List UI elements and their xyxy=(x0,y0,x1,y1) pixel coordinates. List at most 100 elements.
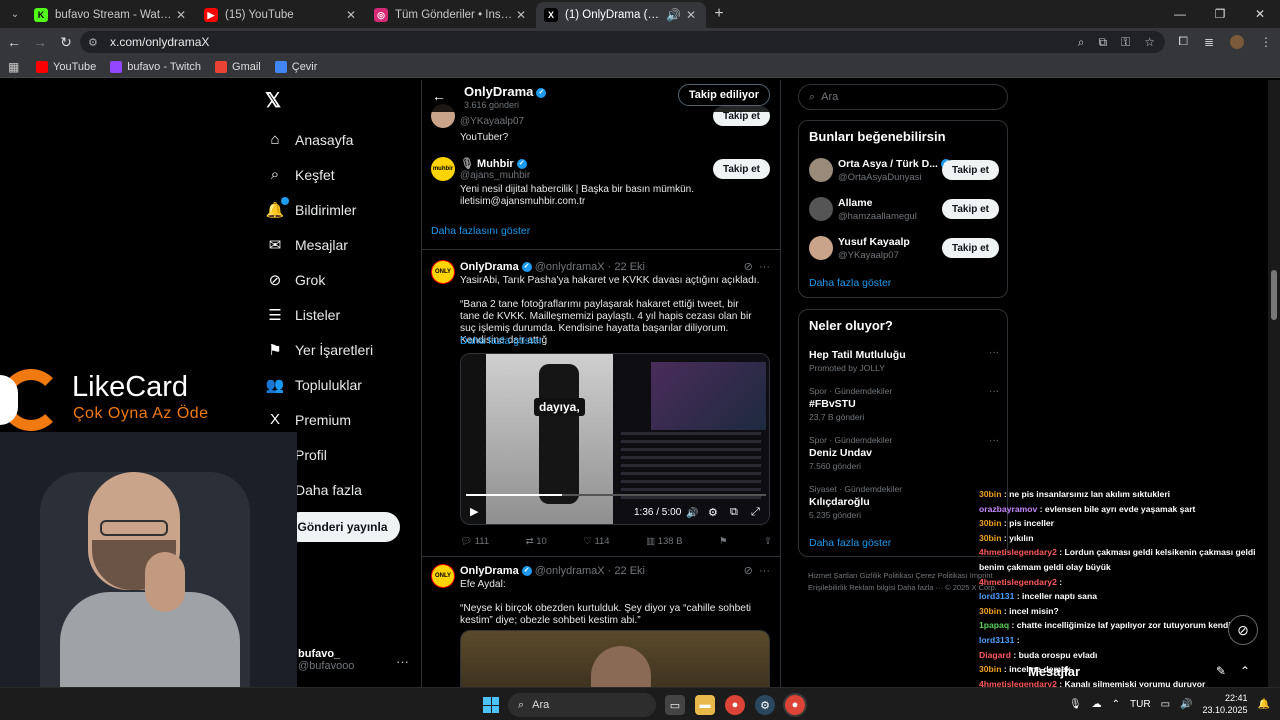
task-view-icon[interactable]: ▭ xyxy=(665,695,685,715)
tweet-image[interactable] xyxy=(460,630,770,687)
minimize-icon[interactable]: — xyxy=(1160,0,1200,28)
following-button[interactable]: Takip ediliyor xyxy=(677,84,770,106)
language-indicator[interactable]: TUR xyxy=(1130,699,1151,710)
more-icon[interactable]: ··· xyxy=(759,565,770,577)
star-icon[interactable]: ☆ xyxy=(1144,35,1155,50)
volume-icon[interactable]: 🔊 xyxy=(686,508,698,519)
close-icon[interactable]: ✕ xyxy=(174,8,188,22)
follow-button[interactable]: Takip et xyxy=(941,199,999,219)
chat-username[interactable]: Diagard xyxy=(979,650,1011,660)
chat-username[interactable]: 30bin xyxy=(979,518,1001,528)
volume-icon[interactable]: 🔊 xyxy=(1180,699,1192,710)
show-more-link[interactable]: Daha fazla göster xyxy=(809,537,891,549)
bookmark-gmail[interactable]: Gmail xyxy=(215,60,261,73)
video-player[interactable]: dayıya, ▶ 1:36 / 5:00 🔊 ⚙ ⧉ ⤢ xyxy=(460,353,770,525)
bookmark-twitch[interactable]: bufavo - Twitch xyxy=(110,60,201,73)
tweet[interactable]: ONLY OnlyDrama ✓ @onlydramaX · 22 Eki ⊘ ·… xyxy=(422,258,780,553)
bookmark-translate[interactable]: Çevir xyxy=(274,60,317,73)
expand-icon[interactable]: ⌃ xyxy=(1240,664,1250,678)
more-icon[interactable]: ··· xyxy=(989,347,999,358)
follow-button[interactable]: Takip et xyxy=(712,159,770,179)
grok-icon[interactable]: ⊘ xyxy=(744,261,753,273)
steam-icon[interactable]: ⚙ xyxy=(755,695,775,715)
file-explorer-icon[interactable]: ▬ xyxy=(695,695,715,715)
account-switcher[interactable]: bufavo_ @bufavooo xyxy=(298,648,354,672)
avatar[interactable]: ONLY xyxy=(431,564,455,588)
back-icon[interactable]: ← xyxy=(2,34,26,50)
windows-start-icon[interactable] xyxy=(483,697,499,713)
chat-username[interactable]: orazbayramov xyxy=(979,504,1037,514)
share-icon[interactable]: ⇪ xyxy=(764,536,772,547)
profile-avatar[interactable] xyxy=(1230,34,1244,49)
trend-item[interactable]: Hep Tatil Mutluluğu Promoted by JOLLY ··… xyxy=(809,347,999,373)
trend-item[interactable]: Spor · Gündemdekiler Deniz Undav 7.560 g… xyxy=(809,435,999,471)
site-info-icon[interactable]: ⚙ xyxy=(88,36,102,49)
mic-icon[interactable]: 🎙 xyxy=(1069,699,1082,710)
video-progress[interactable] xyxy=(466,494,766,496)
new-tab-button[interactable]: + xyxy=(706,5,732,23)
follow-suggestion[interactable]: Yusuf Kayaalp @YKayaalp07 Takip et xyxy=(809,236,999,264)
tweet[interactable]: ONLY OnlyDrama ✓ @onlydramaX · 22 Eki ⊘ ·… xyxy=(422,562,780,687)
notifications-icon[interactable]: 🔔 xyxy=(1258,699,1270,710)
repost-button[interactable]: ⇄ 10 xyxy=(526,536,547,547)
follow-suggestion[interactable]: Allame @hamzaallamegul Takip et xyxy=(809,197,999,225)
zoom-icon[interactable]: ⌕ xyxy=(1078,35,1085,50)
tab-onlydrama[interactable]: X (1) OnlyDrama (@onlydrama 🔊 ✕ xyxy=(536,2,706,28)
grok-icon[interactable]: ⊘ xyxy=(744,565,753,577)
x-logo-icon[interactable]: 𝕏 xyxy=(265,88,281,113)
show-more-link[interactable]: Daha fazla göster xyxy=(460,335,542,347)
pip-icon[interactable]: ⧉ xyxy=(730,506,738,519)
network-icon[interactable]: ▭ xyxy=(1161,699,1170,710)
chat-username[interactable]: lord3131 xyxy=(979,591,1014,601)
reply-button[interactable]: 💬︎ 111 xyxy=(460,536,489,547)
settings-icon[interactable]: ⚙ xyxy=(708,506,718,519)
more-icon[interactable]: ··· xyxy=(759,261,770,273)
fullscreen-icon[interactable]: ⤢ xyxy=(751,506,760,519)
tab-search-icon[interactable]: ⌄ xyxy=(4,4,26,24)
clock[interactable]: 22:41 23.10.2025 xyxy=(1203,692,1248,716)
more-icon[interactable]: ··· xyxy=(989,386,999,397)
chat-username[interactable]: 30bin xyxy=(979,489,1001,499)
follow-button[interactable]: Takip et xyxy=(941,238,999,258)
cloud-icon[interactable]: ☁ xyxy=(1092,699,1102,710)
chat-username[interactable]: lord3131 xyxy=(979,635,1014,645)
apps-icon[interactable]: ▦ xyxy=(8,60,22,74)
bookmark-icon[interactable]: ⚑ xyxy=(719,536,728,547)
address-bar[interactable]: ⚙ x.com/onlydramaX ⌕ ⧉ ⚿ ☆ xyxy=(80,31,1165,53)
trend-item[interactable]: Spor · Gündemdekiler #FBvSTU 23,7 B gönd… xyxy=(809,386,999,422)
nav-grok[interactable]: ⊘ Grok xyxy=(265,262,373,297)
views-button[interactable]: ▥ 138 B xyxy=(646,536,682,547)
chat-username[interactable]: 1papaq xyxy=(979,620,1009,630)
follow-button[interactable]: Takip et xyxy=(941,160,999,180)
chrome-active-icon[interactable]: ● xyxy=(785,695,805,715)
media-icon[interactable]: ≣ xyxy=(1204,35,1214,49)
tweet-menu[interactable]: ⊘ ··· xyxy=(744,260,770,273)
bookmark-youtube[interactable]: YouTube xyxy=(36,60,96,73)
forward-icon[interactable]: → xyxy=(28,34,52,50)
install-icon[interactable]: ⧉ xyxy=(1099,35,1108,50)
extensions-icon[interactable]: ⧠ xyxy=(1178,34,1188,49)
tab-kick[interactable]: K bufavo Stream - Watch Live on ✕ xyxy=(26,2,196,28)
follow-suggestion[interactable]: Orta Asya / Türk D...✓ @OrtaAsyaDunyasi … xyxy=(809,158,999,186)
chrome-icon[interactable]: ● xyxy=(725,695,745,715)
messages-drawer[interactable]: Mesajlar ✎ ⌃ xyxy=(1020,656,1260,686)
show-more-link[interactable]: Daha fazlasını göster xyxy=(431,225,530,237)
avatar[interactable]: ONLY xyxy=(431,260,455,284)
scrollbar-thumb[interactable] xyxy=(1271,270,1277,320)
back-arrow-icon[interactable]: ← xyxy=(432,88,446,104)
nav-notifications[interactable]: 🔔 Bildirimler xyxy=(265,192,373,227)
reload-icon[interactable]: ↻ xyxy=(54,34,78,51)
speaker-icon[interactable]: 🔊 xyxy=(666,8,681,22)
chat-username[interactable]: 30bin xyxy=(979,533,1001,543)
tab-instagram[interactable]: ◎ Tüm Gönderiler • Instagram ✕ xyxy=(366,2,536,28)
chat-username[interactable]: 4hmetislegendary2 xyxy=(979,547,1057,557)
nav-explore[interactable]: ⌕ Keşfet xyxy=(265,157,373,192)
menu-icon[interactable]: ⋮ xyxy=(1260,35,1272,49)
maximize-icon[interactable]: ❐ xyxy=(1200,0,1240,28)
close-icon[interactable]: ✕ xyxy=(344,8,358,22)
close-icon[interactable]: ✕ xyxy=(514,8,528,22)
play-icon[interactable]: ▶ xyxy=(470,505,478,518)
nav-lists[interactable]: ☰ Listeler xyxy=(265,297,373,332)
show-more-link[interactable]: Daha fazla göster xyxy=(809,277,891,289)
nav-bookmarks[interactable]: ⚑ Yer İşaretleri xyxy=(265,332,373,367)
